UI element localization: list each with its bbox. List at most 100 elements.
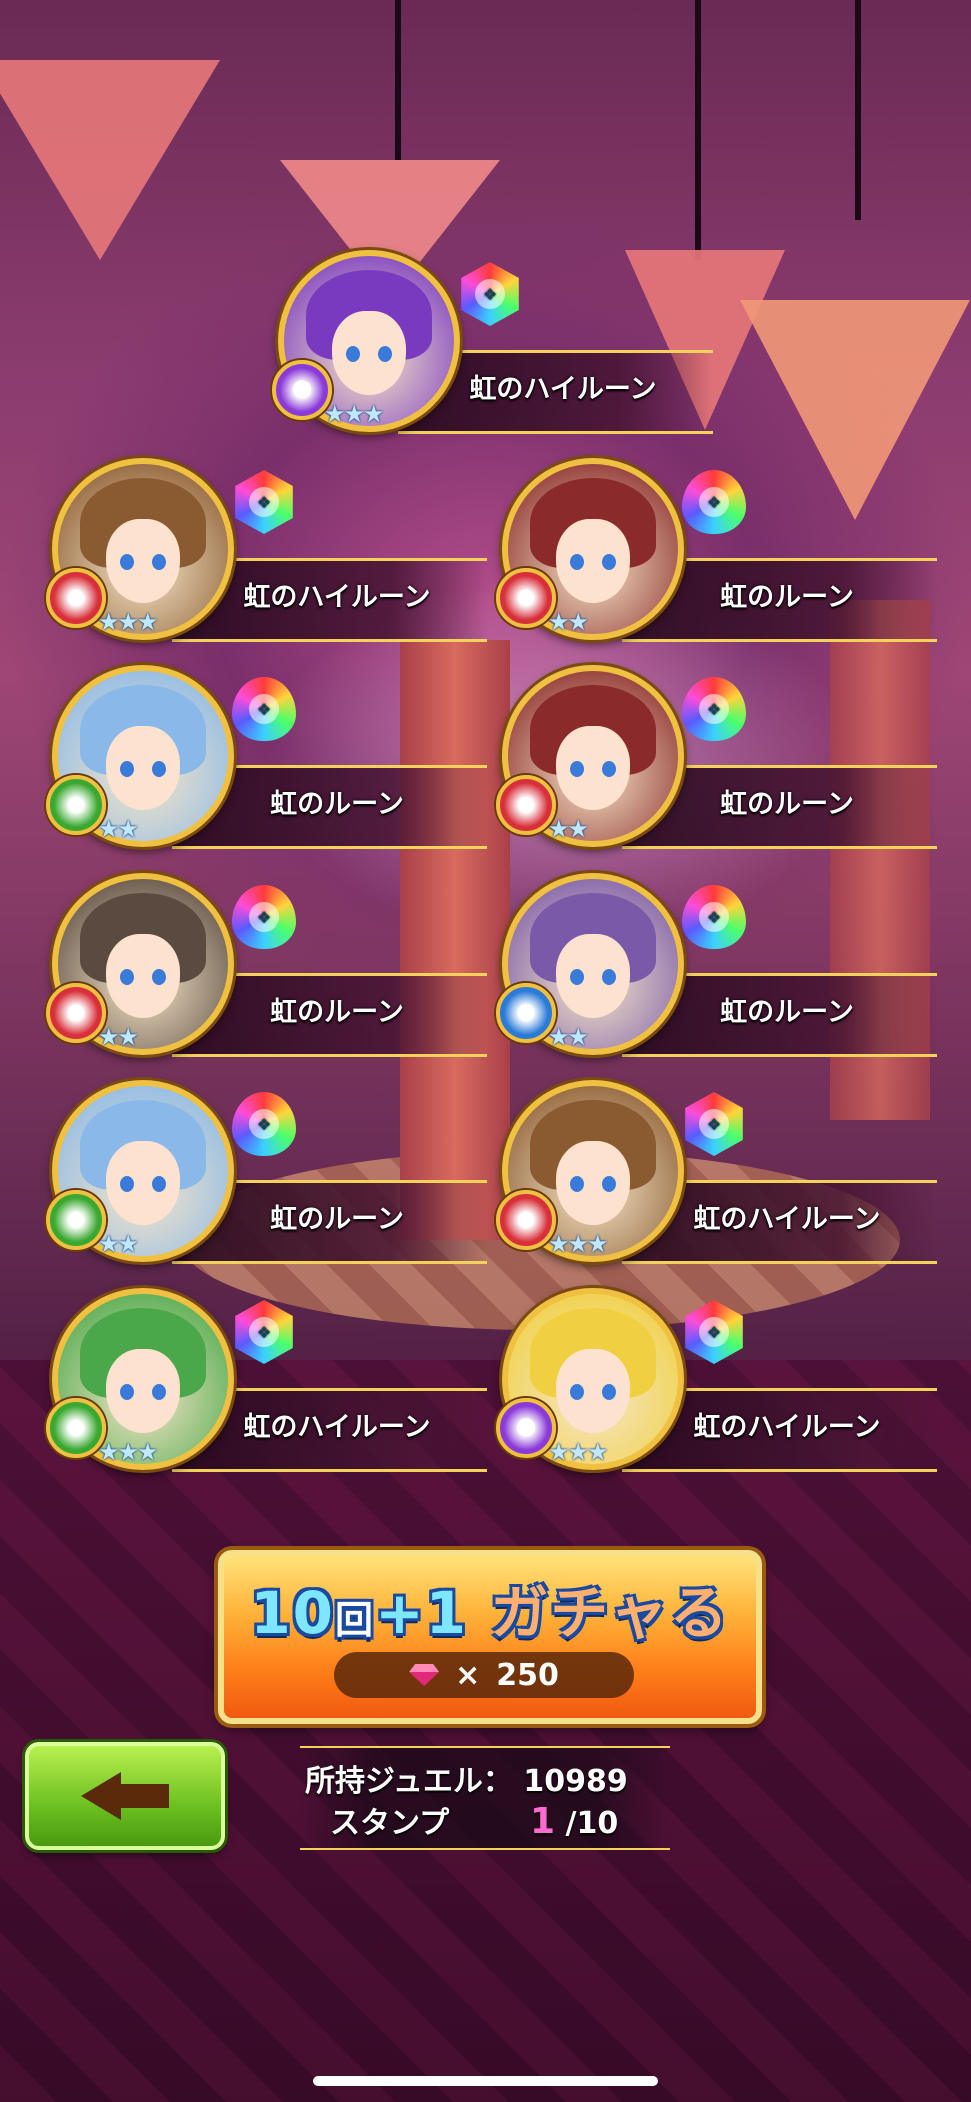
rune-symbol-icon: ❖ <box>249 694 279 724</box>
element-icon: ✧ <box>46 775 106 835</box>
character-eye <box>120 554 134 570</box>
result-slot[interactable]: 虹のハイルーン ❖ ✪ ★★★ <box>272 250 718 434</box>
rune-icon: ❖ <box>232 1092 296 1156</box>
left-arrow-icon <box>81 1772 171 1820</box>
character-eye <box>602 554 616 570</box>
rarity-stars: ★★ <box>98 1230 139 1258</box>
character-eye <box>152 761 166 777</box>
rarity-stars: ★★★ <box>98 608 159 636</box>
result-slot[interactable]: 虹のハイルーン ❖ ✪ ★★★ <box>496 1288 942 1472</box>
gacha-10plus1-button[interactable]: 10回+1 ガチャる × 250 <box>218 1550 762 1724</box>
element-icon: ✦ <box>46 983 106 1043</box>
character-eye <box>152 1176 166 1192</box>
character-eye <box>378 346 392 362</box>
character-eye <box>602 761 616 777</box>
character-eye <box>570 1384 584 1400</box>
character-eye <box>346 346 360 362</box>
rarity-stars: ★★ <box>98 1023 139 1051</box>
player-info-panel: 所持ジュエル： 10989 スタンプ 1 /10 <box>300 1746 670 1850</box>
stamp-current: 1 <box>530 1801 556 1842</box>
character-eye <box>152 969 166 985</box>
character-eye <box>602 969 616 985</box>
character-eye <box>570 969 584 985</box>
rarity-stars: ★★ <box>548 608 589 636</box>
result-name: 虹のルーン <box>720 997 854 1028</box>
element-icon: ✪ <box>496 1398 556 1458</box>
result-name: 虹のルーン <box>720 582 854 613</box>
result-slot[interactable]: 虹のハイルーン ❖ ✦ ★★★ <box>496 1080 942 1264</box>
rune-icon: ❖ <box>685 1092 743 1156</box>
element-icon: ✧ <box>46 1398 106 1458</box>
home-indicator[interactable] <box>313 2076 658 2086</box>
rune-symbol-icon: ❖ <box>249 487 279 517</box>
lamp-cord <box>855 0 861 220</box>
result-slot[interactable]: 虹のルーン ❖ ✧ ★★ <box>46 665 492 849</box>
cost-value: 250 <box>496 1657 559 1693</box>
character-eye <box>570 554 584 570</box>
character-face <box>556 519 630 603</box>
rune-symbol-icon: ❖ <box>699 1317 729 1347</box>
character-face <box>106 726 180 810</box>
result-slot[interactable]: 虹のルーン ❖ ✦ ★★ <box>496 665 942 849</box>
back-button[interactable] <box>25 1742 225 1850</box>
lamp-cord <box>695 0 701 260</box>
character-eye <box>570 1176 584 1192</box>
character-eye <box>120 1384 134 1400</box>
element-icon: ✦ <box>46 568 106 628</box>
rune-icon: ❖ <box>232 677 296 741</box>
stamp-label: スタンプ <box>330 1806 450 1841</box>
rune-icon: ❖ <box>235 1300 293 1364</box>
character-face <box>556 1141 630 1225</box>
character-face <box>106 1349 180 1433</box>
result-name: 虹のハイルーン <box>243 1412 431 1443</box>
character-eye <box>152 554 166 570</box>
result-name: 虹のハイルーン <box>693 1412 881 1443</box>
hanging-lamp <box>0 60 220 260</box>
result-slot[interactable]: 虹のルーン ❖ ✺ ★★ <box>496 873 942 1057</box>
character-eye <box>120 969 134 985</box>
rune-icon: ❖ <box>232 885 296 949</box>
element-icon: ✺ <box>496 983 556 1043</box>
gacha-button-title: 10回+1 ガチャる <box>224 1566 756 1650</box>
character-face <box>106 934 180 1018</box>
rune-symbol-icon: ❖ <box>699 694 729 724</box>
rune-symbol-icon: ❖ <box>249 1109 279 1139</box>
element-icon: ✪ <box>272 360 332 420</box>
character-face <box>106 519 180 603</box>
rune-symbol-icon: ❖ <box>475 279 505 309</box>
rune-symbol-icon: ❖ <box>699 1109 729 1139</box>
rune-icon: ❖ <box>235 470 293 534</box>
character-eye <box>602 1176 616 1192</box>
result-slot[interactable]: 虹のルーン ❖ ✧ ★★ <box>46 1080 492 1264</box>
gacha-kai: 回 <box>335 1598 376 1642</box>
character-face <box>106 1141 180 1225</box>
rune-icon: ❖ <box>682 885 746 949</box>
rune-icon: ❖ <box>685 1300 743 1364</box>
element-icon: ✦ <box>496 568 556 628</box>
gacha-plus: +1 <box>375 1579 469 1647</box>
result-name: 虹のルーン <box>270 997 404 1028</box>
gacha-cost: × 250 <box>334 1652 634 1698</box>
stamp-row: スタンプ 1 /10 <box>330 1798 618 1842</box>
result-name: 虹のルーン <box>270 1204 404 1235</box>
lamp-cord <box>395 0 401 160</box>
rarity-stars: ★★★ <box>98 1438 159 1466</box>
result-slot[interactable]: 虹のルーン ❖ ✦ ★★ <box>46 873 492 1057</box>
result-slot[interactable]: 虹のハイルーン ❖ ✧ ★★★ <box>46 1288 492 1472</box>
gem-icon <box>409 1664 439 1686</box>
rune-icon: ❖ <box>682 470 746 534</box>
character-face <box>556 1349 630 1433</box>
rune-symbol-icon: ❖ <box>699 487 729 517</box>
result-name: 虹のハイルーン <box>693 1204 881 1235</box>
character-eye <box>152 1384 166 1400</box>
gacha-action-label: ガチャる <box>490 1579 730 1647</box>
jewel-row: 所持ジュエル： 10989 <box>305 1756 628 1800</box>
character-eye <box>602 1384 616 1400</box>
result-slot[interactable]: 虹のハイルーン ❖ ✦ ★★★ <box>46 458 492 642</box>
element-icon: ✦ <box>496 775 556 835</box>
character-eye <box>570 761 584 777</box>
gacha-count: 10 <box>250 1579 336 1647</box>
rune-symbol-icon: ❖ <box>249 902 279 932</box>
element-icon: ✧ <box>46 1190 106 1250</box>
result-slot[interactable]: 虹のルーン ❖ ✦ ★★ <box>496 458 942 642</box>
